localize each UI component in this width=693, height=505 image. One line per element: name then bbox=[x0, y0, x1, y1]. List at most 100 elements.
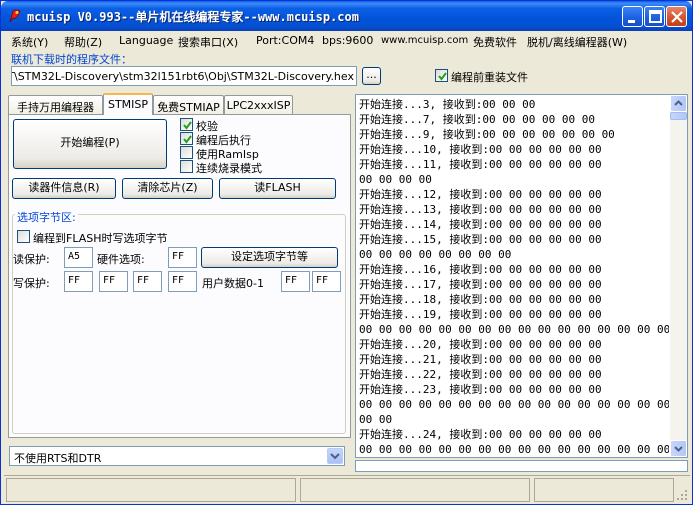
log-line: 开始连接...14, 接收到:00 00 00 00 00 00 bbox=[359, 218, 602, 231]
log-output[interactable]: 开始连接...3, 接收到:00 00 00 开始连接...7, 接收到:00 0… bbox=[355, 94, 688, 458]
reload-before-program-label: 编程前重装文件 bbox=[451, 71, 528, 84]
menu-website[interactable]: www.mcuisp.com bbox=[381, 35, 468, 46]
log-line: 00 00 00 00 00 00 00 00 00 00 00 00 00 0… bbox=[359, 398, 669, 411]
write-protect-field-1[interactable]: FF bbox=[99, 271, 128, 292]
maximize-icon bbox=[649, 10, 662, 23]
minimize-button[interactable] bbox=[622, 6, 643, 27]
tab-stmisp[interactable]: STMISP bbox=[103, 93, 153, 115]
log-lines: 开始连接...3, 接收到:00 00 00 开始连接...7, 接收到:00 0… bbox=[359, 97, 669, 457]
program-file-path-field[interactable]: oards\ST\STM32L-Discovery\stm32l151rbt6\… bbox=[11, 66, 357, 86]
log-line: 00 00 00 00 bbox=[359, 173, 432, 186]
menu-system[interactable]: 系统(Y) bbox=[11, 34, 48, 50]
log-line: 00 00 bbox=[359, 413, 393, 426]
user-data-label: 用户数据0-1 bbox=[202, 277, 264, 290]
minimize-icon bbox=[628, 20, 635, 23]
menu-help[interactable]: 帮助(Z) bbox=[64, 34, 102, 50]
close-button[interactable] bbox=[666, 6, 687, 27]
chevron-up-icon bbox=[674, 100, 683, 106]
log-line: 开始连接...20, 接收到:00 00 00 00 00 00 bbox=[359, 338, 602, 351]
resize-grip-icon[interactable] bbox=[676, 489, 688, 501]
continuous-burn-checkbox[interactable] bbox=[180, 160, 193, 173]
read-protect-field[interactable]: A5 bbox=[64, 247, 93, 268]
start-programming-button[interactable]: 开始编程(P) bbox=[13, 119, 167, 169]
chevron-down-icon bbox=[674, 446, 683, 452]
log-line: 开始连接...23, 接收到:00 00 00 00 00 00 bbox=[359, 383, 602, 396]
checkmark-icon bbox=[183, 135, 192, 144]
read-protect-label: 读保护: bbox=[13, 253, 50, 266]
log-line: 开始连接...24, 接收到:00 00 00 00 00 00 bbox=[359, 428, 602, 441]
log-line: 开始连接...21, 接收到:00 00 00 00 00 00 bbox=[359, 353, 602, 366]
log-line: 开始连接...17, 接收到:00 00 00 00 00 00 bbox=[359, 278, 602, 291]
run-after-program-checkbox[interactable] bbox=[180, 132, 193, 145]
menu-bps[interactable]: bps:9600 bbox=[322, 34, 373, 47]
maximize-button[interactable] bbox=[644, 6, 665, 27]
menu-bar: 系统(Y) 帮助(Z) Language 搜索串口(X) Port:COM4 b… bbox=[2, 31, 691, 50]
set-option-bytes-button[interactable]: 设定选项字节等 bbox=[201, 247, 338, 268]
erase-chip-button[interactable]: 清除芯片(Z) bbox=[122, 178, 213, 199]
dropdown-arrow-button[interactable] bbox=[327, 448, 343, 464]
close-icon bbox=[671, 11, 683, 23]
hw-option-field[interactable]: FF bbox=[168, 247, 197, 268]
log-line: 开始连接...10, 接收到:00 00 00 00 00 00 bbox=[359, 143, 602, 156]
write-protect-field-2[interactable]: FF bbox=[133, 271, 162, 292]
write-option-bytes-checkbox[interactable] bbox=[17, 230, 30, 243]
checkmark-icon bbox=[438, 72, 447, 81]
program-file-path: oards\ST\STM32L-Discovery\stm32l151rbt6\… bbox=[12, 70, 354, 83]
log-line: 00 00 00 00 00 00 00 00 bbox=[359, 248, 512, 261]
tab-lpc2xxxisp[interactable]: LPC2xxxISP bbox=[224, 95, 293, 115]
window-title: mcuisp V0.993--单片机在线编程专家--www.mcuisp.com bbox=[27, 10, 359, 24]
log-line: 开始连接...16, 接收到:00 00 00 00 00 00 bbox=[359, 263, 602, 276]
scroll-thumb[interactable] bbox=[670, 112, 687, 120]
rts-dtr-select-value: 不使用RTS和DTR bbox=[14, 452, 102, 465]
write-protect-field-0[interactable]: FF bbox=[64, 271, 93, 292]
log-line: 开始连接...19, 接收到:00 00 00 00 00 00 bbox=[359, 308, 602, 321]
chevron-down-icon bbox=[330, 453, 340, 460]
log-scrollbar[interactable] bbox=[670, 95, 687, 457]
program-file-legend: 联机下载时的程序文件： bbox=[11, 53, 132, 66]
read-flash-button[interactable]: 读FLASH bbox=[219, 178, 336, 199]
browse-file-button[interactable]: ... bbox=[362, 67, 381, 85]
status-cell-2 bbox=[300, 478, 530, 502]
user-data-field-0[interactable]: FF bbox=[281, 271, 310, 292]
title-bar[interactable]: mcuisp V0.993--单片机在线编程专家--www.mcuisp.com bbox=[1, 1, 692, 31]
menu-language[interactable]: Language bbox=[119, 34, 173, 47]
log-line: 开始连接...18, 接收到:00 00 00 00 00 00 bbox=[359, 293, 602, 306]
option-bytes-legend: 选项字节区: bbox=[15, 209, 78, 225]
status-cell-3 bbox=[534, 478, 674, 502]
write-protect-field-3[interactable]: FF bbox=[168, 271, 197, 292]
log-line: 00 00 00 00 00 00 00 00 00 00 00 00 00 0… bbox=[359, 443, 669, 456]
log-line: 开始连接...11, 接收到:00 00 00 00 00 00 bbox=[359, 158, 602, 171]
status-bar bbox=[4, 475, 690, 503]
command-input[interactable] bbox=[355, 460, 688, 472]
use-ramisp-checkbox[interactable] bbox=[180, 146, 193, 159]
tab-free-stmiap[interactable]: 免费STMIAP bbox=[153, 95, 224, 115]
log-line: 开始连接...22, 接收到:00 00 00 00 00 00 bbox=[359, 368, 602, 381]
tab-handheld-programmer[interactable]: 手持万用编程器 bbox=[8, 95, 103, 115]
verify-checkbox[interactable] bbox=[180, 118, 193, 131]
app-logo-icon bbox=[9, 9, 21, 23]
log-line: 开始连接...3, 接收到:00 00 00 bbox=[359, 98, 536, 111]
reload-before-program-checkbox[interactable] bbox=[435, 69, 448, 82]
write-protect-label: 写保护: bbox=[13, 277, 50, 290]
main-window: mcuisp V0.993--单片机在线编程专家--www.mcuisp.com… bbox=[0, 0, 693, 505]
status-cell-1 bbox=[6, 478, 296, 502]
menu-port[interactable]: Port:COM4 bbox=[256, 34, 314, 47]
menu-search-port[interactable]: 搜索串口(X) bbox=[178, 34, 238, 50]
scroll-up-button[interactable] bbox=[670, 95, 687, 112]
menu-offline-programmer[interactable]: 脱机/离线编程器(W) bbox=[527, 34, 627, 50]
write-option-bytes-label: 编程到FLASH时写选项字节 bbox=[33, 232, 168, 245]
scroll-down-button[interactable] bbox=[670, 440, 687, 457]
log-line: 开始连接...12, 接收到:00 00 00 00 00 00 bbox=[359, 188, 602, 201]
rts-dtr-select[interactable]: 不使用RTS和DTR bbox=[9, 446, 345, 466]
log-line: 开始连接...15, 接收到:00 00 00 00 00 00 bbox=[359, 233, 602, 246]
continuous-burn-label: 连续烧录模式 bbox=[196, 162, 262, 175]
checkmark-icon bbox=[183, 121, 192, 130]
log-line: 开始连接...13, 接收到:00 00 00 00 00 00 bbox=[359, 203, 602, 216]
log-line: 00 00 00 00 00 00 00 00 00 00 00 00 00 0… bbox=[359, 323, 669, 336]
user-data-field-1[interactable]: FF bbox=[312, 271, 341, 292]
hw-option-label: 硬件选项: bbox=[97, 253, 145, 266]
read-device-info-button[interactable]: 读器件信息(R) bbox=[12, 178, 116, 199]
menu-free-software[interactable]: 免费软件 bbox=[473, 34, 517, 50]
log-line: 开始连接...9, 接收到:00 00 00 00 00 00 00 bbox=[359, 128, 615, 141]
log-line: 开始连接...7, 接收到:00 00 00 00 00 00 bbox=[359, 113, 595, 126]
